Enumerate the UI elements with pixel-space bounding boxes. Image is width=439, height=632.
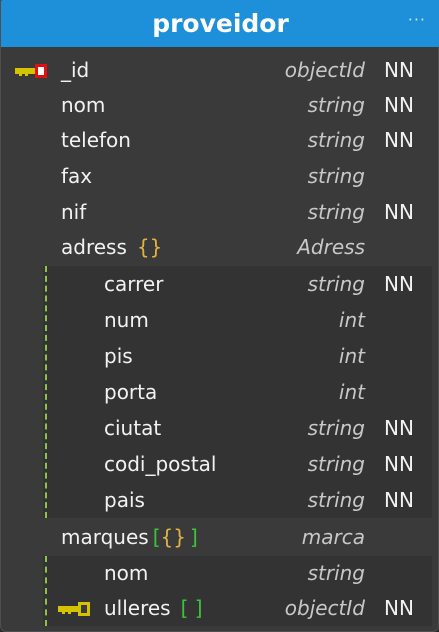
field-type: string <box>307 416 365 440</box>
field-type: string <box>307 488 365 512</box>
foreign-key-icon <box>58 602 90 616</box>
field-type: string <box>307 164 365 188</box>
field-not-null: NN <box>384 58 414 82</box>
field-type: objectId <box>284 58 365 82</box>
object-brace-icon: {} <box>136 235 163 259</box>
field-name: _id <box>61 58 90 82</box>
field-name: carrer <box>104 272 164 296</box>
field-name: nom <box>61 93 106 117</box>
field-name: fax <box>61 164 93 188</box>
field-row-pais[interactable]: pais string NN <box>1 483 439 518</box>
field-not-null: NN <box>384 200 414 224</box>
field-name: marques[{}] <box>61 520 198 555</box>
field-not-null: NN <box>384 272 414 296</box>
field-name-text: adress <box>61 235 127 259</box>
field-not-null: NN <box>384 416 414 440</box>
field-row-adress[interactable]: adress {} Adress <box>1 230 439 265</box>
field-type: string <box>307 272 365 296</box>
array-open-icon: [ <box>152 525 161 549</box>
field-type: string <box>307 200 365 224</box>
field-type: marca <box>301 525 365 549</box>
field-name: telefon <box>61 128 131 152</box>
field-type: string <box>307 452 365 476</box>
field-type: objectId <box>284 596 365 620</box>
field-name: ciutat <box>104 416 162 440</box>
field-name: ulleres [ ] <box>104 591 203 626</box>
field-type: string <box>307 561 365 585</box>
primary-key-icon <box>15 64 47 78</box>
field-not-null: NN <box>384 452 414 476</box>
field-row-ciutat[interactable]: ciutat string NN <box>1 411 439 446</box>
field-row-codi-postal[interactable]: codi_postal string NN <box>1 447 439 482</box>
field-name: nif <box>61 200 87 224</box>
field-type: Adress <box>297 235 365 259</box>
field-row-marques-nom[interactable]: nom string <box>1 556 439 591</box>
field-not-null: NN <box>384 488 414 512</box>
array-icon: [ ] <box>180 596 203 620</box>
field-row-porta[interactable]: porta int <box>1 375 439 410</box>
field-row-nom[interactable]: nom string NN <box>1 88 439 123</box>
array-close-icon: ] <box>189 525 198 549</box>
field-type: int <box>338 308 365 332</box>
field-name-text: marques <box>61 525 149 549</box>
field-not-null: NN <box>384 128 414 152</box>
field-type: string <box>307 93 365 117</box>
entity-header[interactable]: proveidor ··· <box>1 0 439 47</box>
entity-proveidor[interactable]: proveidor ··· _id objectId NN nom string… <box>0 0 439 632</box>
field-row-nif[interactable]: nif string NN <box>1 195 439 230</box>
field-row-pis[interactable]: pis int <box>1 339 439 374</box>
field-name: pais <box>104 488 145 512</box>
field-row-fax[interactable]: fax string <box>1 159 439 194</box>
field-type: int <box>338 344 365 368</box>
field-row-telefon[interactable]: telefon string NN <box>1 123 439 158</box>
field-row-ulleres[interactable]: ulleres [ ] objectId NN <box>1 591 439 626</box>
field-name: num <box>104 308 149 332</box>
field-not-null: NN <box>384 596 414 620</box>
field-type: string <box>307 128 365 152</box>
field-not-null: NN <box>384 93 414 117</box>
field-name: porta <box>104 380 158 404</box>
field-row-marques[interactable]: marques[{}] marca <box>1 520 439 555</box>
field-type: int <box>338 380 365 404</box>
field-name-text: ulleres <box>104 596 171 620</box>
field-name: codi_postal <box>104 452 217 476</box>
field-name: nom <box>104 561 149 585</box>
entity-title: proveidor <box>152 9 289 38</box>
field-name: adress {} <box>61 230 162 265</box>
entity-menu-icon[interactable]: ··· <box>408 10 426 29</box>
object-brace-icon: {} <box>160 525 186 549</box>
field-name: pis <box>104 344 133 368</box>
field-row-carrer[interactable]: carrer string NN <box>1 267 439 302</box>
field-row-num[interactable]: num int <box>1 303 439 338</box>
field-row-id[interactable]: _id objectId NN <box>1 53 439 88</box>
